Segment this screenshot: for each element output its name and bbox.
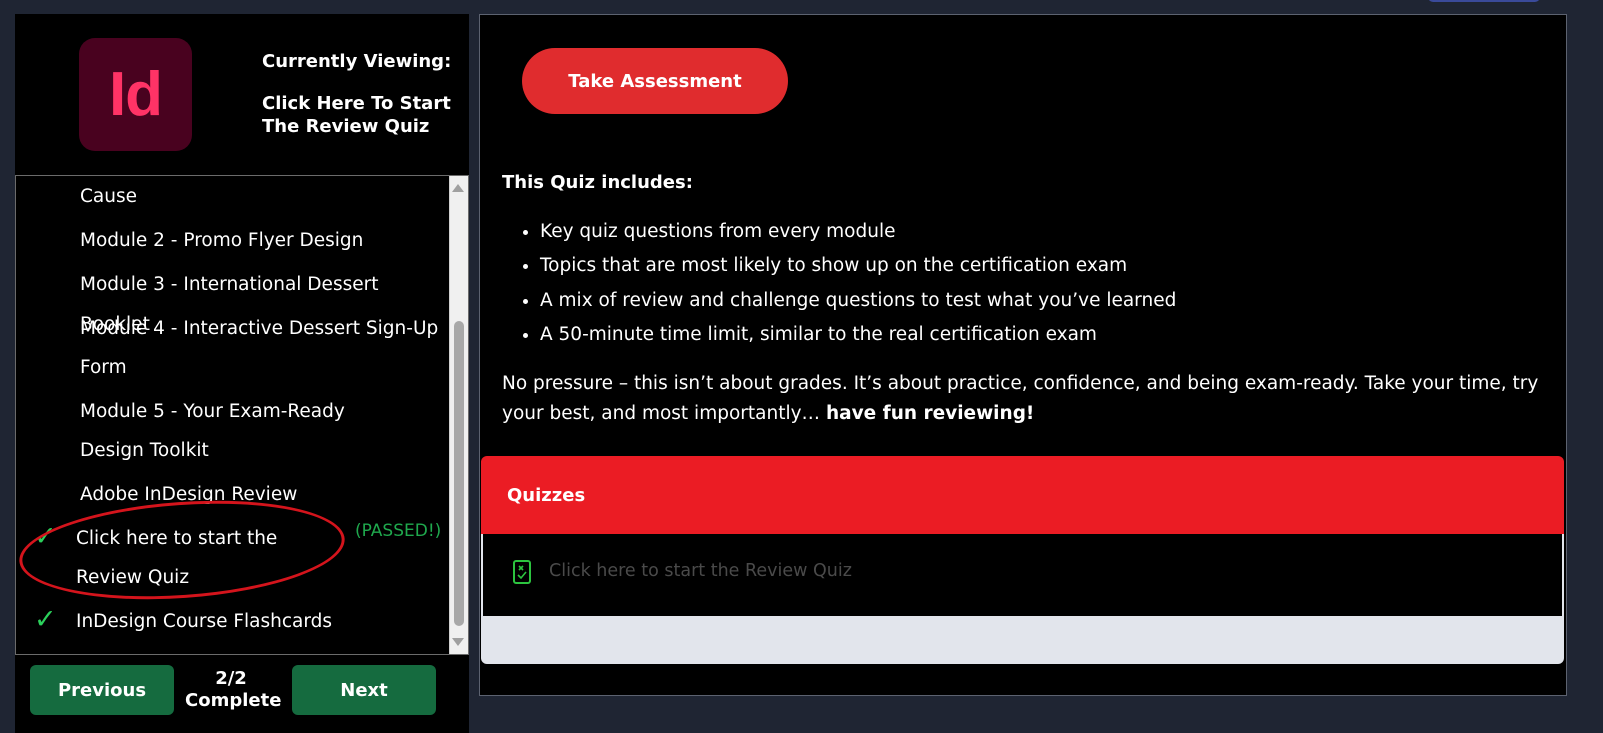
check-icon: ✓: [34, 604, 57, 635]
passed-status: (PASSED!): [355, 521, 442, 541]
scroll-up-arrow-icon[interactable]: [452, 184, 464, 192]
lesson-item-module-4[interactable]: Module 4 - Interactive Dessert Sign-Up F…: [80, 309, 440, 387]
indesign-logo-icon: Id: [79, 38, 192, 151]
list-item: A 50-minute time limit, similar to the r…: [540, 318, 1176, 352]
review-quiz-link[interactable]: Click here to start the Review Quiz: [549, 561, 852, 581]
lesson-content: Take Assessment This Quiz includes: Key …: [479, 14, 1567, 696]
lesson-item-module-5[interactable]: Module 5 - Your Exam-Ready Design Toolki…: [80, 392, 410, 470]
quiz-icon: [513, 560, 531, 584]
includes-list: Key quiz questions from every module Top…: [502, 215, 1176, 352]
lesson-item-module-2[interactable]: Module 2 - Promo Flyer Design: [80, 221, 440, 261]
scrollbar-thumb[interactable]: [454, 321, 464, 626]
list-item: Topics that are most likely to show up o…: [540, 249, 1176, 283]
next-button[interactable]: Next: [292, 665, 436, 715]
includes-heading: This Quiz includes:: [502, 172, 693, 193]
list-item: Key quiz questions from every module: [540, 215, 1176, 249]
currently-viewing: Currently Viewing: Click Here To Start T…: [262, 50, 462, 138]
previous-button[interactable]: Previous: [30, 665, 174, 715]
progress-indicator: 2/2 Complete: [185, 668, 282, 712]
quizzes-body: Click here to start the Review Quiz: [481, 534, 1564, 616]
course-sidebar: Id Currently Viewing: Click Here To Star…: [15, 14, 469, 733]
list-item: A mix of review and challenge questions …: [540, 284, 1176, 318]
scroll-down-arrow-icon[interactable]: [452, 638, 464, 646]
lesson-list[interactable]: Cause Module 2 - Promo Flyer Design Modu…: [15, 175, 469, 655]
top-edge-pill: [1428, 0, 1540, 2]
take-assessment-button[interactable]: Take Assessment: [522, 48, 788, 114]
currently-viewing-label: Currently Viewing:: [262, 51, 452, 72]
paragraph-bold-text: have fun reviewing!: [825, 402, 1035, 424]
quizzes-footer: [481, 616, 1564, 664]
current-item-title: Click Here To Start The Review Quiz: [262, 93, 451, 137]
quizzes-header: Quizzes: [481, 456, 1564, 534]
intro-paragraph: No pressure – this isn’t about grades. I…: [502, 369, 1552, 428]
progress-count: 2/2: [215, 668, 247, 689]
quizzes-panel: Quizzes Click here to start the Review Q…: [481, 456, 1564, 664]
list-scrollbar[interactable]: [449, 176, 468, 654]
progress-label: Complete: [185, 690, 282, 711]
lesson-item-cause[interactable]: Cause: [80, 177, 440, 217]
lesson-item-flashcards[interactable]: InDesign Course Flashcards: [76, 602, 436, 642]
